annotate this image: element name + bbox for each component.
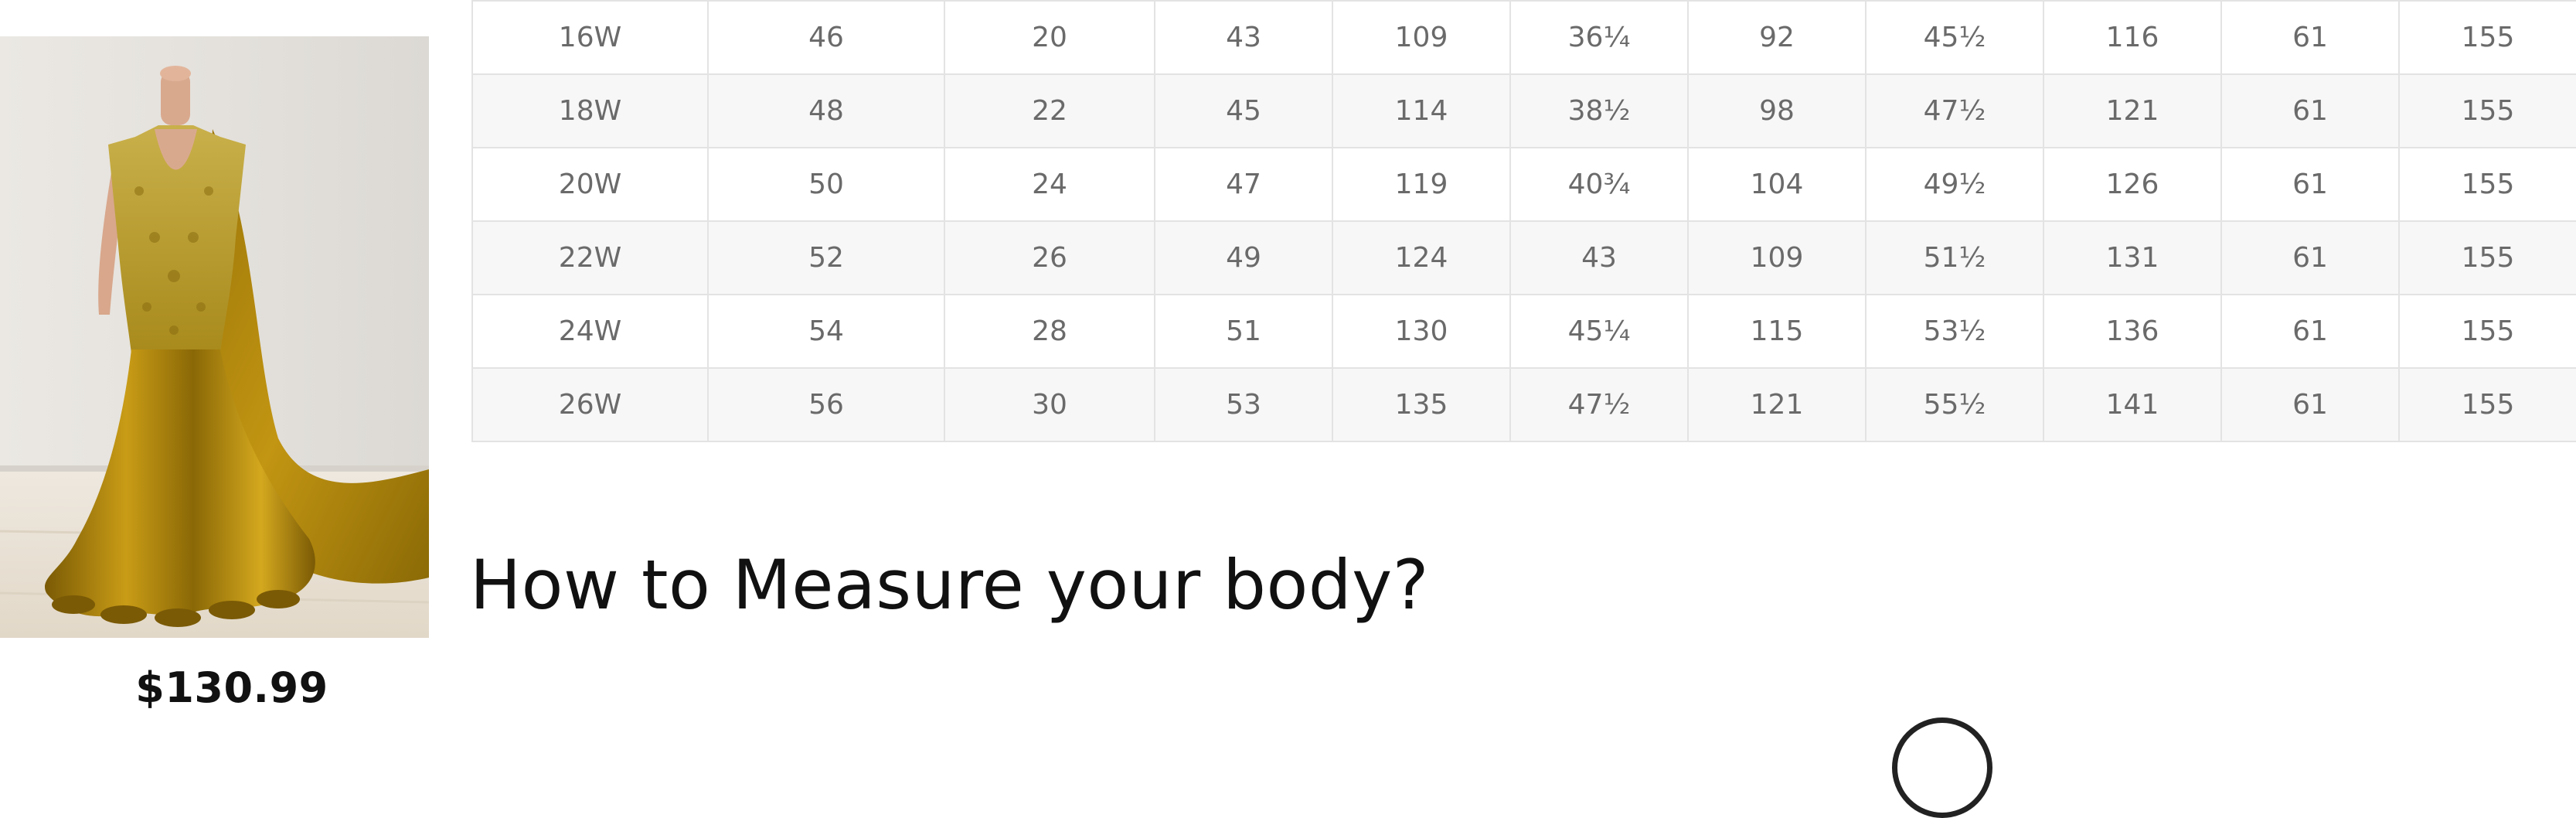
table-cell: 121	[2043, 73, 2222, 148]
table-cell: 45¼	[1509, 294, 1689, 369]
table-cell: 155	[2398, 0, 2576, 75]
table-cell: 26	[944, 220, 1155, 295]
table-cell: 114	[1332, 73, 1511, 148]
table-cell: 18W	[471, 73, 709, 148]
table-cell: 61	[2220, 294, 2400, 369]
section-heading: How to Measure your body?	[470, 545, 1429, 625]
table-cell: 30	[944, 367, 1155, 442]
table-cell: 136	[2043, 294, 2222, 369]
circle-icon	[1892, 717, 1992, 818]
size-chart-table: 16W 46 20 43 109 36¼ 92 45½ 116 61 155 1…	[471, 0, 2576, 442]
product-image[interactable]	[0, 36, 429, 638]
table-cell: 121	[1687, 367, 1866, 442]
table-row: 20W 50 24 47 119 40¾ 104 49½ 126 61 155	[471, 147, 2576, 222]
table-cell: 155	[2398, 294, 2576, 369]
table-cell: 155	[2398, 73, 2576, 148]
table-cell: 24	[944, 147, 1155, 222]
table-cell: 20	[944, 0, 1155, 75]
table-cell: 109	[1332, 0, 1511, 75]
table-cell: 48	[707, 73, 945, 148]
table-cell: 98	[1687, 73, 1866, 148]
table-cell: 36¼	[1509, 0, 1689, 75]
table-cell: 53	[1154, 367, 1333, 442]
table-cell: 45½	[1865, 0, 2044, 75]
table-cell: 141	[2043, 367, 2222, 442]
table-cell: 155	[2398, 147, 2576, 222]
table-cell: 24W	[471, 294, 709, 369]
table-cell: 51	[1154, 294, 1333, 369]
table-cell: 61	[2220, 0, 2400, 75]
table-cell: 52	[707, 220, 945, 295]
table-cell: 45	[1154, 73, 1333, 148]
size-chart: 16W 46 20 43 109 36¼ 92 45½ 116 61 155 1…	[471, 0, 2576, 442]
product-card[interactable]: $130.99	[0, 0, 433, 741]
table-cell: 61	[2220, 147, 2400, 222]
table-cell: 109	[1687, 220, 1866, 295]
table-cell: 116	[2043, 0, 2222, 75]
table-cell: 20W	[471, 147, 709, 222]
table-cell: 131	[2043, 220, 2222, 295]
table-cell: 22W	[471, 220, 709, 295]
table-cell: 155	[2398, 367, 2576, 442]
table-row: 24W 54 28 51 130 45¼ 115 53½ 136 61 155	[471, 294, 2576, 369]
table-cell: 43	[1154, 0, 1333, 75]
table-row: 26W 56 30 53 135 47½ 121 55½ 141 61 155	[471, 367, 2576, 442]
table-cell: 104	[1687, 147, 1866, 222]
table-row: 18W 48 22 45 114 38½ 98 47½ 121 61 155	[471, 73, 2576, 148]
table-cell: 55½	[1865, 367, 2044, 442]
table-cell: 47	[1154, 147, 1333, 222]
table-cell: 115	[1687, 294, 1866, 369]
table-cell: 38½	[1509, 73, 1689, 148]
table-cell: 47½	[1509, 367, 1689, 442]
table-cell: 49½	[1865, 147, 2044, 222]
table-cell: 51½	[1865, 220, 2044, 295]
table-cell: 92	[1687, 0, 1866, 75]
table-cell: 43	[1509, 220, 1689, 295]
table-cell: 61	[2220, 220, 2400, 295]
table-cell: 16W	[471, 0, 709, 75]
table-cell: 135	[1332, 367, 1511, 442]
table-cell: 53½	[1865, 294, 2044, 369]
table-row: 16W 46 20 43 109 36¼ 92 45½ 116 61 155	[471, 0, 2576, 75]
table-cell: 47½	[1865, 73, 2044, 148]
table-cell: 49	[1154, 220, 1333, 295]
table-cell: 26W	[471, 367, 709, 442]
table-row: 22W 52 26 49 124 43 109 51½ 131 61 155	[471, 220, 2576, 295]
table-cell: 40¾	[1509, 147, 1689, 222]
product-price: $130.99	[135, 663, 328, 712]
table-cell: 56	[707, 367, 945, 442]
table-cell: 119	[1332, 147, 1511, 222]
table-cell: 130	[1332, 294, 1511, 369]
table-cell: 54	[707, 294, 945, 369]
table-cell: 46	[707, 0, 945, 75]
table-cell: 124	[1332, 220, 1511, 295]
table-cell: 155	[2398, 220, 2576, 295]
table-cell: 126	[2043, 147, 2222, 222]
table-cell: 61	[2220, 73, 2400, 148]
table-cell: 50	[707, 147, 945, 222]
table-cell: 28	[944, 294, 1155, 369]
table-cell: 22	[944, 73, 1155, 148]
table-cell: 61	[2220, 367, 2400, 442]
